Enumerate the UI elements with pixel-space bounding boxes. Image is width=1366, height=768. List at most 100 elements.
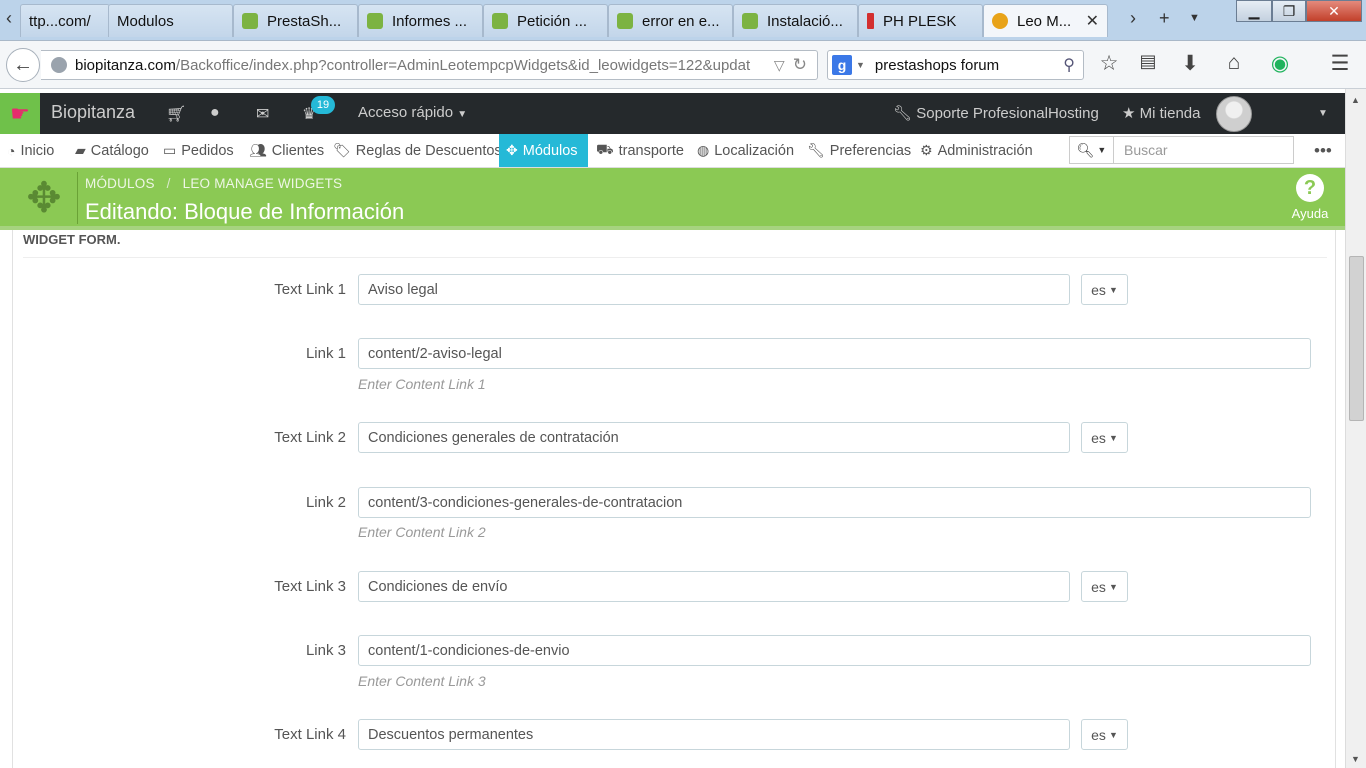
browser-tab[interactable]: PrestaSh...: [233, 4, 358, 37]
tab-list-icon[interactable]: ▼: [1189, 12, 1200, 24]
dropdown-icon[interactable]: ▽: [774, 57, 785, 74]
bookmark-star-icon[interactable]: ☆: [1096, 51, 1122, 76]
url-bar[interactable]: biopitanza.com/Backoffice/index.php?cont…: [41, 50, 818, 80]
browser-tab[interactable]: Petición ...: [483, 4, 608, 37]
language-dropdown[interactable]: es ▼: [1081, 422, 1128, 453]
close-tab-icon[interactable]: ✕: [1078, 11, 1099, 31]
download-icon[interactable]: ⬇: [1177, 51, 1203, 76]
scroll-down-icon[interactable]: ▼: [1351, 754, 1360, 764]
extension-icon[interactable]: ◉: [1267, 51, 1293, 76]
field-label: Text Link 4: [274, 726, 346, 743]
wrench-icon: 🔧︎: [893, 105, 913, 122]
scroll-up-icon[interactable]: ▲: [1351, 95, 1360, 105]
page-scrollbar[interactable]: ▲ ▼: [1345, 89, 1366, 768]
language-dropdown[interactable]: es ▼: [1081, 274, 1128, 305]
reading-list-icon[interactable]: ▤: [1135, 51, 1161, 72]
notification-badge: 19: [311, 96, 335, 114]
language-dropdown[interactable]: es ▼: [1081, 719, 1128, 750]
menu-item-pedidos[interactable]: ▭ Pedidos: [163, 134, 234, 167]
scrollbar-thumb[interactable]: [1349, 256, 1364, 421]
scroll-tabs-right-icon[interactable]: ›: [1130, 8, 1136, 29]
globe-icon: [51, 57, 67, 73]
shop-name[interactable]: Biopitanza: [51, 102, 135, 123]
lang-code: es: [1091, 578, 1106, 595]
widget-form-panel: WIDGET FORM. Text Link 1 Aviso legal es ▼…: [12, 230, 1336, 768]
leo-icon: [992, 13, 1008, 29]
search-type-dropdown[interactable]: 🔍︎ ▼: [1070, 137, 1114, 163]
search-icon[interactable]: ⚲: [1063, 55, 1075, 75]
maximize-button[interactable]: ❐: [1272, 0, 1306, 22]
caret-down-icon: ▼: [1108, 284, 1118, 295]
cart-icon[interactable]: 🛒︎: [166, 104, 186, 124]
engine-dropdown-icon[interactable]: ▼: [856, 60, 865, 70]
browser-tab[interactable]: PH PLESK: [858, 4, 983, 37]
hand-cursor-icon: ☛: [10, 100, 30, 126]
prestashop-icon: [617, 13, 633, 29]
prestashop-logo[interactable]: ☛: [0, 93, 40, 134]
envelope-icon[interactable]: ✉: [256, 104, 269, 124]
field-label: Text Link 2: [274, 429, 346, 446]
browser-tab[interactable]: Instalació...: [733, 4, 858, 37]
tab-label: Instalació...: [767, 12, 843, 30]
text-link-2-input[interactable]: Condiciones generales de contratación: [358, 422, 1070, 453]
page-toolbar: ✥ MÓDULOS / LEO MANAGE WIDGETS Editando: B…: [0, 168, 1345, 230]
menu-item-localizacion[interactable]: ◍ Localización: [697, 134, 794, 167]
field-hint: Enter Content Link 3: [358, 673, 486, 689]
panel-heading: WIDGET FORM.: [23, 230, 1327, 258]
close-window-button[interactable]: ✕: [1306, 0, 1362, 22]
menu-item-preferencias[interactable]: 🔧︎ Preferencias: [807, 134, 911, 167]
menu-item-descuentos[interactable]: 🏷︎ Reglas de Descuentos: [333, 134, 502, 167]
menu-item-clientes[interactable]: 👥︎ Clientes: [249, 134, 324, 167]
menu-label: Reglas de Descuentos: [355, 142, 502, 159]
menu-item-inicio[interactable]: ◔ Inicio: [7, 134, 54, 167]
plesk-icon: [867, 13, 874, 29]
text-link-3-input[interactable]: Condiciones de envío: [358, 571, 1070, 602]
menu-item-modulos[interactable]: ✥ Módulos: [499, 134, 588, 167]
browser-tab[interactable]: ttp...com/: [20, 4, 110, 37]
help-button[interactable]: ? Ayuda: [1288, 174, 1332, 221]
avatar[interactable]: [1216, 96, 1252, 132]
reload-icon[interactable]: ↻: [793, 55, 807, 75]
field-label: Link 1: [305, 345, 346, 362]
text-link-4-input[interactable]: Descuentos permanentes: [358, 719, 1070, 750]
link-3-input[interactable]: content/1-condiciones-de-envio: [358, 635, 1311, 666]
quick-access-label: Acceso rápido: [358, 104, 454, 121]
tab-label: ttp...com/: [29, 12, 91, 30]
scroll-tabs-left-icon[interactable]: ‹: [6, 8, 12, 29]
tab-label: Petición ...: [517, 12, 588, 30]
menu-icon[interactable]: ☰: [1327, 51, 1353, 76]
breadcrumb-item[interactable]: MÓDULOS: [85, 176, 155, 191]
language-dropdown[interactable]: es ▼: [1081, 571, 1128, 602]
quick-access-dropdown[interactable]: Acceso rápido ▼: [358, 104, 467, 121]
dashboard-icon: ◔: [7, 142, 16, 159]
support-link[interactable]: 🔧︎ Soporte ProfesionalHosting: [893, 104, 1099, 122]
credit-card-icon: ▭: [163, 142, 177, 158]
user-icon[interactable]: ●: [210, 104, 220, 122]
caret-down-icon: ▼: [1108, 729, 1118, 740]
search-input[interactable]: Buscar: [1114, 137, 1293, 163]
browser-tab[interactable]: Modulos: [108, 4, 233, 37]
home-icon[interactable]: ⌂: [1221, 51, 1247, 75]
browser-tab[interactable]: Informes ...: [358, 4, 483, 37]
lang-code: es: [1091, 281, 1106, 298]
minimize-button[interactable]: ▁: [1236, 0, 1272, 22]
menu-item-catalogo[interactable]: ▰ Catálogo: [75, 134, 149, 167]
star-icon: ★: [1122, 105, 1136, 122]
browser-tab[interactable]: error en e...: [608, 4, 733, 37]
menu-label: Preferencias: [829, 142, 912, 159]
caret-down-icon[interactable]: ▼: [1318, 108, 1328, 119]
link-1-input[interactable]: content/2-aviso-legal: [358, 338, 1311, 369]
menu-item-transporte[interactable]: ⛟ transporte: [596, 134, 684, 167]
browser-tab-active[interactable]: Leo M... ✕: [983, 4, 1108, 37]
more-menu-icon[interactable]: •••: [1314, 134, 1332, 167]
search-bar[interactable]: g ▼ prestashops forum ⚲: [827, 50, 1084, 80]
new-tab-button[interactable]: +: [1159, 8, 1170, 29]
back-button[interactable]: ←: [6, 48, 40, 82]
menu-item-administracion[interactable]: ⚙ Administración: [920, 134, 1033, 167]
my-shop-link[interactable]: ★ Mi tienda: [1122, 104, 1201, 122]
tab-label: Informes ...: [392, 12, 468, 30]
text-link-1-input[interactable]: Aviso legal: [358, 274, 1070, 305]
link-2-input[interactable]: content/3-condiciones-generales-de-contr…: [358, 487, 1311, 518]
menu-label: transporte: [618, 142, 684, 159]
breadcrumb-item[interactable]: LEO MANAGE WIDGETS: [183, 176, 343, 191]
